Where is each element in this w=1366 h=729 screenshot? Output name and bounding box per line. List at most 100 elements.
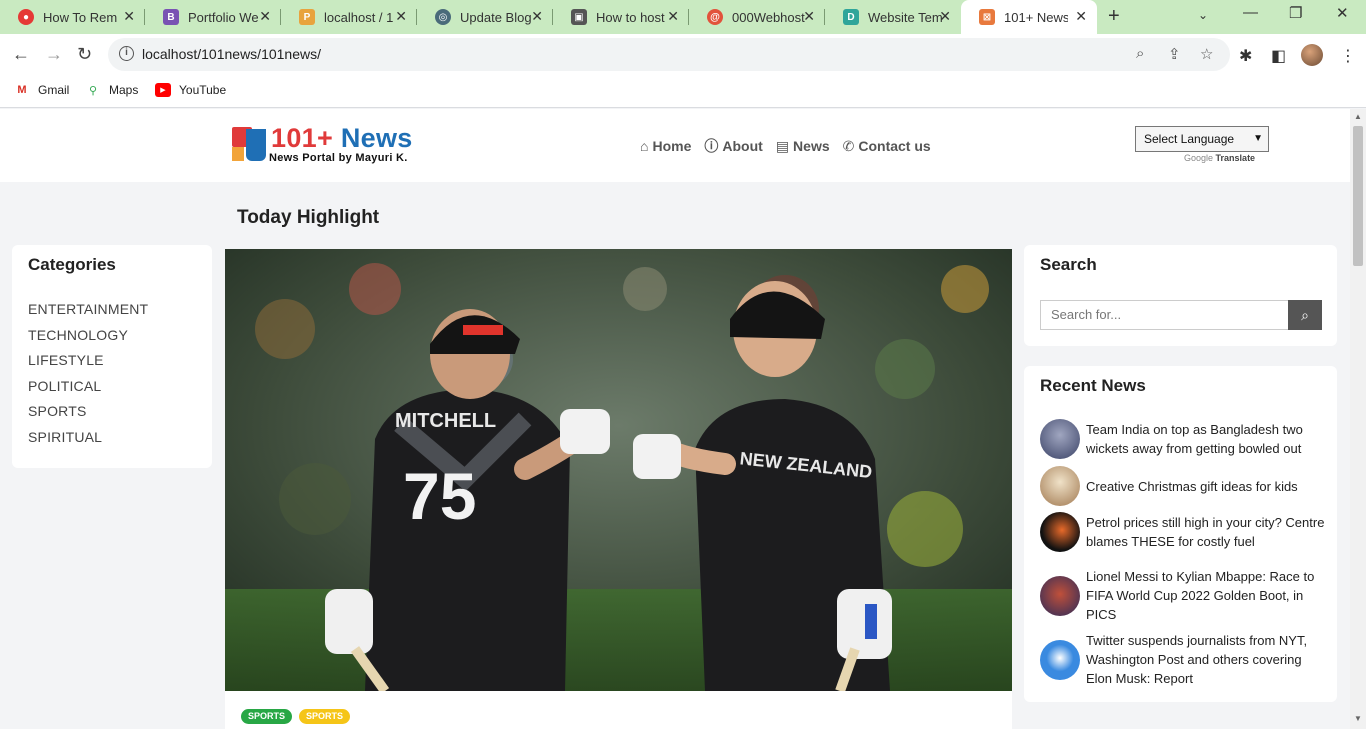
tab-title: Website Tem (868, 9, 943, 25)
browser-tab[interactable]: @ 000Webhost ✕ (689, 0, 825, 34)
info-icon: ⓘ (704, 138, 719, 154)
zoom-icon[interactable]: ⌕ (1136, 45, 1144, 62)
news-thumbnail (1040, 466, 1080, 506)
tab-title: localhost / 1 (324, 9, 394, 25)
bookmark-youtube[interactable]: ▶ YouTube (155, 83, 226, 97)
category-link[interactable]: SPORTS (28, 403, 148, 429)
tab-title: 000Webhost (732, 9, 805, 25)
bookmark-star-icon[interactable]: ☆ (1200, 45, 1213, 63)
youtube-icon: ▶ (155, 83, 171, 97)
nav-home[interactable]: ⌂ Home (640, 136, 691, 156)
tab-search-icon[interactable]: ⌄ (1198, 8, 1208, 22)
news-headline[interactable]: Lionel Messi to Kylian Mbappe: Race to F… (1086, 567, 1325, 624)
favicon-icon: D (843, 9, 859, 25)
favicon-icon: ⊠ (979, 9, 995, 25)
close-tab-icon[interactable]: ✕ (803, 8, 815, 25)
category-link[interactable]: ENTERTAINMENT (28, 301, 148, 327)
tab-title: How to host (596, 9, 665, 25)
extensions-icon[interactable]: ✱ (1239, 46, 1252, 66)
category-link[interactable]: POLITICAL (28, 378, 148, 404)
forward-icon[interactable]: → (45, 44, 63, 65)
browser-tab[interactable]: ● How To Rem ✕ (0, 0, 145, 34)
browser-tab[interactable]: ◎ Update Blog ✕ (417, 0, 553, 34)
search-title: Search (1040, 255, 1097, 274)
browser-tab[interactable]: ▣ How to host ✕ (553, 0, 689, 34)
home-icon: ⌂ (640, 138, 649, 154)
url-text[interactable]: localhost/101news/101news/ (142, 46, 321, 62)
page-scrollbar[interactable]: ▲ ▼ (1350, 109, 1366, 729)
site-info-icon[interactable]: i (119, 46, 134, 61)
site-header: 101+ News News Portal by Mayuri K. ⌂ Home… (0, 109, 1350, 182)
search-input[interactable]: Search for... (1040, 300, 1288, 330)
browser-tab-bar: ● How To Rem ✕ B Portfolio We ✕ P localh… (0, 0, 1366, 34)
search-icon: ⌕ (1301, 307, 1309, 323)
search-button[interactable]: ⌕ (1288, 300, 1322, 330)
bookmark-gmail[interactable]: M Gmail (14, 83, 69, 97)
news-headline[interactable]: Twitter suspends journalists from NYT, W… (1086, 631, 1325, 688)
category-link[interactable]: TECHNOLOGY (28, 327, 148, 353)
category-link[interactable]: SPIRITUAL (28, 429, 148, 455)
chevron-down-icon: ▼ (1253, 133, 1263, 144)
hero-image[interactable]: MITCHELL 75 NEW ZEALAND (225, 249, 1012, 691)
back-icon[interactable]: ← (12, 44, 30, 65)
favicon-icon: ▣ (571, 9, 587, 25)
minimize-icon[interactable]: — (1243, 4, 1258, 21)
address-bar[interactable]: i localhost/101news/101news/ ⌕ ⇪ ☆ (108, 38, 1230, 71)
browser-tab[interactable]: P localhost / 1 ✕ (281, 0, 417, 34)
tab-title: Portfolio We (188, 9, 259, 25)
new-tab-icon[interactable]: + (1108, 5, 1120, 28)
news-thumbnail (1040, 575, 1080, 616)
profile-avatar[interactable] (1301, 44, 1323, 66)
main-nav: ⌂ Home ⓘ About ▤ News ✆ Contact us (640, 136, 931, 156)
close-window-icon[interactable]: ✕ (1336, 4, 1349, 22)
nav-news[interactable]: ▤ News (776, 136, 830, 156)
translate-link[interactable]: Translate (1216, 153, 1256, 163)
news-headline[interactable]: Creative Christmas gift ideas for kids (1086, 477, 1298, 496)
news-thumbnail (1040, 419, 1080, 459)
page-viewport: 101+ News News Portal by Mayuri K. ⌂ Home… (0, 109, 1350, 729)
close-tab-icon[interactable]: ✕ (1075, 8, 1087, 25)
scrollbar-thumb[interactable] (1353, 126, 1363, 266)
recent-news-item[interactable]: Lionel Messi to Kylian Mbappe: Race to F… (1040, 567, 1325, 624)
favicon-icon: B (163, 9, 179, 25)
reload-icon[interactable]: ↻ (77, 44, 92, 65)
close-tab-icon[interactable]: ✕ (123, 8, 135, 25)
gmail-icon: M (17, 84, 27, 96)
nav-about[interactable]: ⓘ About (704, 136, 762, 156)
news-headline[interactable]: Team India on top as Bangladesh two wick… (1086, 420, 1325, 458)
recent-news-item[interactable]: Twitter suspends journalists from NYT, W… (1040, 631, 1325, 688)
scroll-down-icon[interactable]: ▼ (1354, 714, 1362, 723)
browser-tab[interactable]: D Website Tem ✕ (825, 0, 961, 34)
category-badge[interactable]: SPORTS (241, 709, 293, 724)
google-translate-credit: Google Translate (1184, 153, 1256, 163)
favicon-icon: ◎ (435, 9, 451, 25)
browser-tab[interactable]: B Portfolio We ✕ (145, 0, 281, 34)
close-tab-icon[interactable]: ✕ (259, 8, 271, 25)
close-tab-icon[interactable]: ✕ (939, 8, 951, 25)
close-tab-icon[interactable]: ✕ (395, 8, 407, 25)
logo-icon[interactable] (232, 127, 266, 161)
restore-icon[interactable]: ❐ (1289, 4, 1302, 22)
recent-news-item[interactable]: Creative Christmas gift ideas for kids (1040, 466, 1325, 506)
news-headline[interactable]: Petrol prices still high in your city? C… (1086, 513, 1325, 551)
scroll-up-icon[interactable]: ▲ (1354, 112, 1362, 121)
nav-contact[interactable]: ✆ Contact us (843, 136, 931, 156)
bookmark-maps[interactable]: ⚲ Maps (85, 83, 138, 97)
close-tab-icon[interactable]: ✕ (667, 8, 679, 25)
recent-news-item[interactable]: Team India on top as Bangladesh two wick… (1040, 419, 1325, 459)
share-icon[interactable]: ⇪ (1168, 45, 1181, 63)
side-panel-icon[interactable]: ◧ (1271, 46, 1286, 66)
favicon-icon: P (299, 9, 315, 25)
browser-tab-active[interactable]: ⊠ 101+ News ✕ (961, 0, 1097, 34)
tab-title: Update Blog (460, 9, 532, 25)
category-badge[interactable]: SPORTS (299, 709, 351, 724)
categories-card: Categories ENTERTAINMENT TECHNOLOGY LIFE… (12, 245, 212, 468)
categories-title: Categories (28, 255, 116, 274)
newspaper-icon: ▤ (775, 137, 790, 154)
recent-news-item[interactable]: Petrol prices still high in your city? C… (1040, 512, 1325, 552)
menu-icon[interactable]: ⋮ (1340, 46, 1356, 66)
language-select[interactable]: Select Language ▼ (1135, 126, 1269, 152)
close-tab-icon[interactable]: ✕ (531, 8, 543, 25)
logo-title[interactable]: 101+ News (271, 123, 413, 154)
category-link[interactable]: LIFESTYLE (28, 352, 148, 378)
